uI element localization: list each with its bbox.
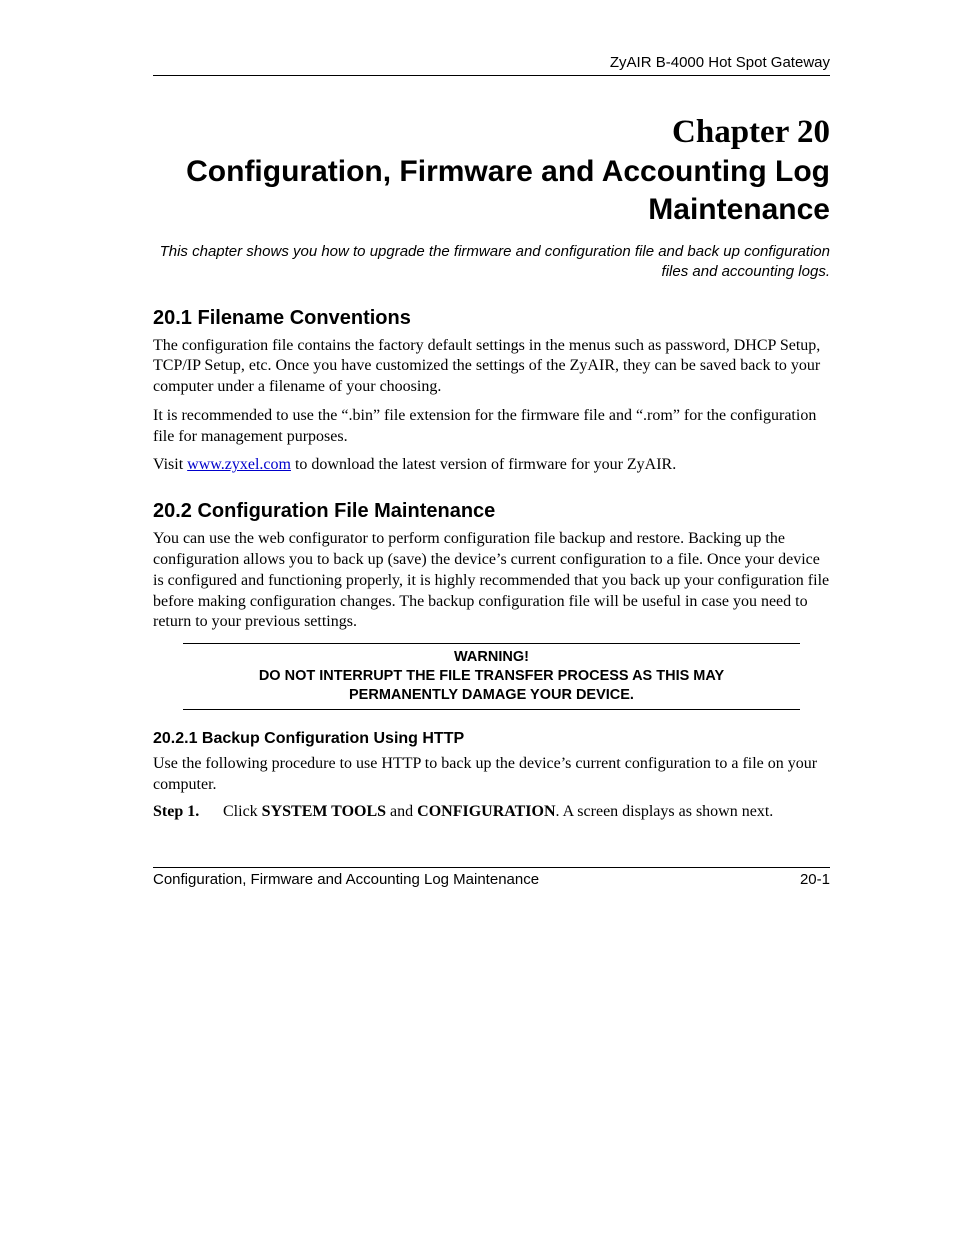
link-zyxel[interactable]: www.zyxel.com [187, 456, 291, 473]
page-footer: Configuration, Firmware and Accounting L… [153, 867, 830, 888]
page-header: ZyAIR B-4000 Hot Spot Gateway [153, 54, 830, 76]
step-row: Step 1. Click SYSTEM TOOLS and CONFIGURA… [153, 803, 830, 821]
text-run: and [386, 803, 417, 820]
body-text: Use the following procedure to use HTTP … [153, 754, 830, 796]
step-text: Click SYSTEM TOOLS and CONFIGURATION. A … [223, 803, 830, 821]
bold-text: CONFIGURATION [417, 803, 555, 820]
document-page: ZyAIR B-4000 Hot Spot Gateway Chapter 20… [0, 0, 954, 821]
chapter-title: Configuration, Firmware and Accounting L… [153, 153, 830, 228]
footer-page-number: 20-1 [800, 871, 830, 888]
warning-title: WARNING! [183, 648, 800, 667]
warning-line: DO NOT INTERRUPT THE FILE TRANSFER PROCE… [183, 667, 800, 686]
section-heading-20-2: 20.2 Configuration File Maintenance [153, 500, 830, 523]
text-run: . A screen displays as shown next. [556, 803, 774, 820]
body-text: The configuration file contains the fact… [153, 336, 830, 398]
text-run: Click [223, 803, 262, 820]
body-text: Visit www.zyxel.com to download the late… [153, 455, 830, 476]
footer-left: Configuration, Firmware and Accounting L… [153, 871, 539, 888]
section-heading-20-1: 20.1 Filename Conventions [153, 307, 830, 330]
body-text: You can use the web configurator to perf… [153, 529, 830, 633]
step-label: Step 1. [153, 803, 223, 821]
warning-line: PERMANENTLY DAMAGE YOUR DEVICE. [183, 686, 800, 705]
product-name: ZyAIR B-4000 Hot Spot Gateway [610, 54, 830, 71]
subsection-heading-20-2-1: 20.2.1 Backup Configuration Using HTTP [153, 730, 830, 748]
chapter-number: Chapter 20 [153, 114, 830, 151]
warning-box: WARNING! DO NOT INTERRUPT THE FILE TRANS… [183, 643, 800, 710]
body-text: It is recommended to use the “.bin” file… [153, 406, 830, 448]
bold-text: SYSTEM TOOLS [262, 803, 386, 820]
text-run: Visit [153, 456, 187, 473]
chapter-intro: This chapter shows you how to upgrade th… [153, 242, 830, 283]
text-run: to download the latest version of firmwa… [291, 456, 676, 473]
